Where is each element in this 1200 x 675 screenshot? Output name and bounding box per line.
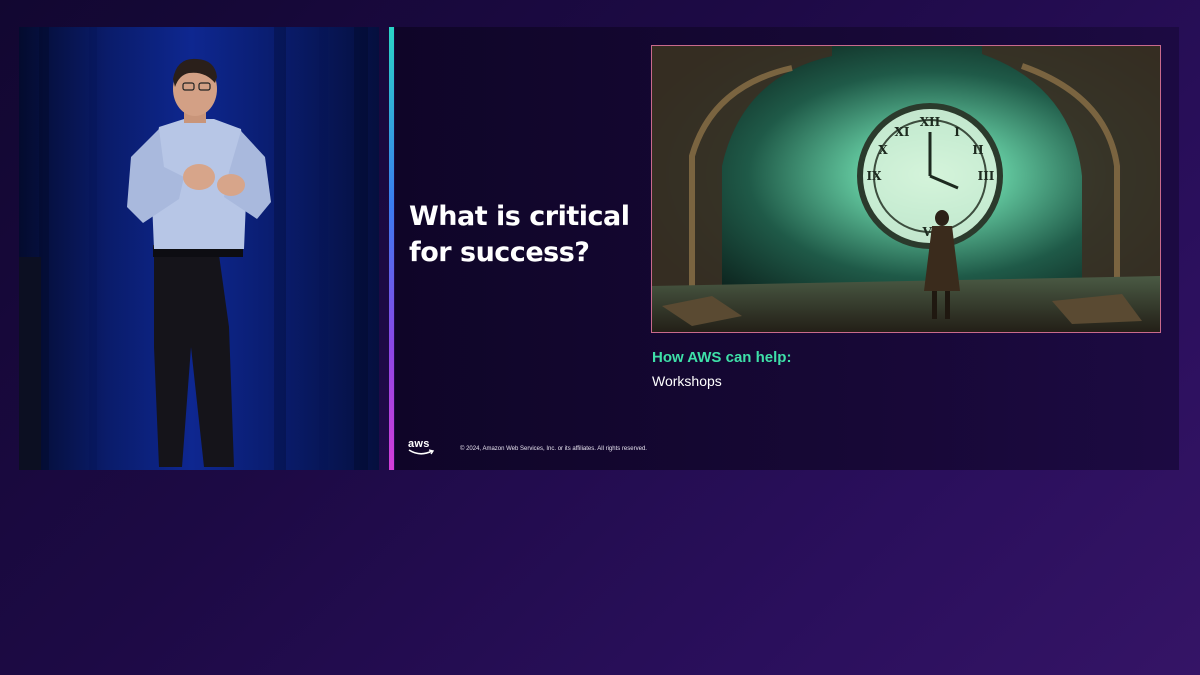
copyright-notice: © 2024, Amazon Web Services, Inc. or its… — [460, 446, 647, 452]
help-heading: How AWS can help: — [652, 349, 792, 366]
aws-logo: aws — [408, 438, 436, 458]
presentation-slide: What is critical for success? XII VI IX … — [395, 27, 1179, 470]
svg-text:II: II — [972, 143, 984, 157]
aws-smile-icon — [408, 449, 435, 455]
presenter-photo — [19, 27, 368, 470]
svg-text:III: III — [978, 169, 995, 183]
svg-text:IX: IX — [867, 169, 883, 183]
accent-divider — [389, 27, 394, 470]
clock-tower-illustration: XII VI IX III I II XI X — [651, 45, 1161, 333]
svg-text:XI: XI — [895, 125, 910, 139]
help-item-workshops: Workshops — [652, 373, 722, 389]
svg-text:XII: XII — [920, 115, 941, 129]
svg-text:I: I — [954, 125, 960, 139]
speaker-video — [19, 27, 379, 470]
slide-title: What is critical for success? — [409, 201, 630, 268]
svg-text:X: X — [878, 143, 888, 157]
